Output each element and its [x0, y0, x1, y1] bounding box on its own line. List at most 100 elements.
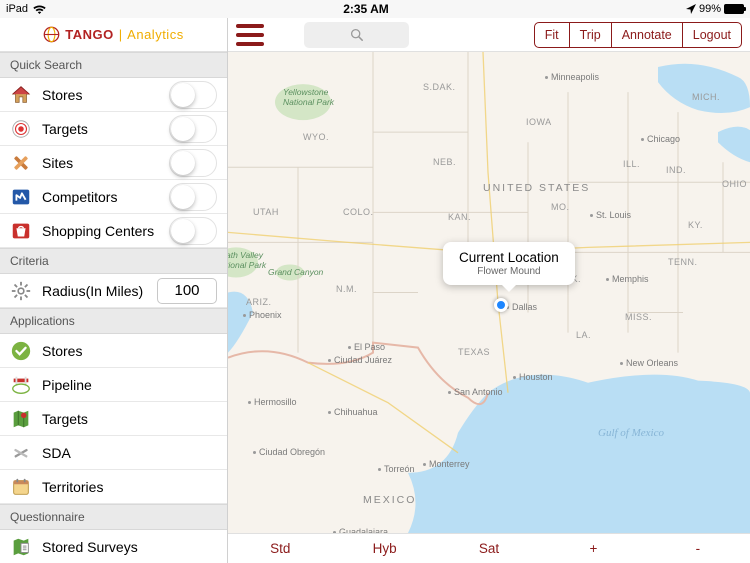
qs-competitors-label: Competitors — [42, 189, 159, 205]
lbl-nm: N.M. — [336, 284, 357, 294]
lbl-ind: IND. — [666, 165, 686, 175]
lbl-neb: NEB. — [433, 157, 456, 167]
lbl-neworleans: New Orleans — [620, 358, 678, 368]
lbl-minneapolis: Minneapolis — [545, 72, 599, 82]
maptype-hyb[interactable]: Hyb — [332, 541, 436, 556]
cross-icon — [10, 152, 32, 174]
calendar-icon — [10, 476, 32, 498]
lbl-sdak: S.DAK. — [423, 82, 456, 92]
lbl-colo: COLO. — [343, 207, 374, 217]
qs-sites[interactable]: Sites — [0, 146, 227, 180]
app-pipeline[interactable]: Pipeline — [0, 368, 227, 402]
lbl-utah: UTAH — [253, 207, 279, 217]
map-icon — [10, 408, 32, 430]
lbl-phoenix: Phoenix — [243, 310, 282, 320]
qs-sites-label: Sites — [42, 155, 159, 171]
brand-header: TANGO | Analytics — [0, 18, 227, 52]
callout-sub: Flower Mound — [459, 266, 559, 277]
section-questionnaire: Questionnaire — [0, 504, 227, 530]
current-location-callout[interactable]: Current Location Flower Mound — [443, 242, 575, 285]
lbl-wyo: WYO. — [303, 132, 329, 142]
lbl-usa: UNITED STATES — [483, 182, 590, 194]
clock: 2:35 AM — [46, 2, 686, 16]
lbl-ky: KY. — [688, 220, 703, 230]
qs-stores[interactable]: Stores — [0, 78, 227, 112]
check-icon — [10, 340, 32, 362]
q-stored[interactable]: Stored Surveys — [0, 530, 227, 563]
toggle-targets[interactable] — [169, 115, 217, 143]
map-canvas — [228, 52, 750, 533]
lbl-mo: MO. — [551, 202, 570, 212]
brand-name: TANGO — [65, 27, 113, 42]
qs-competitors[interactable]: Competitors — [0, 180, 227, 214]
competitor-icon — [10, 186, 32, 208]
annotate-button[interactable]: Annotate — [612, 22, 683, 48]
app-territories[interactable]: Territories — [0, 470, 227, 504]
lbl-gulf: Gulf of Mexico — [598, 427, 664, 439]
app-screen: iPad 2:35 AM 99% TANGO | Analytics Quick… — [0, 0, 750, 563]
lbl-death: ath Valley tional Park — [228, 250, 266, 270]
shopping-icon — [10, 220, 32, 242]
lbl-ohio: OHIO — [722, 179, 747, 189]
pipeline-icon — [10, 374, 32, 396]
maptype-sat[interactable]: Sat — [437, 541, 541, 556]
target-icon — [10, 118, 32, 140]
toggle-competitors[interactable] — [169, 183, 217, 211]
location-icon — [686, 4, 696, 14]
lbl-memphis: Memphis — [606, 274, 649, 284]
zoom-in[interactable]: + — [541, 541, 645, 556]
lbl-texas: TEXAS — [458, 347, 490, 357]
lbl-chicago: Chicago — [641, 134, 680, 144]
q-stored-label: Stored Surveys — [42, 539, 217, 555]
section-criteria: Criteria — [0, 248, 227, 274]
lbl-torreon: Torreón — [378, 464, 415, 474]
toggle-shopping[interactable] — [169, 217, 217, 245]
house-icon — [10, 84, 32, 106]
toggle-stores[interactable] — [169, 81, 217, 109]
callout-title: Current Location — [459, 250, 559, 265]
app-sda-label: SDA — [42, 445, 217, 461]
topbar: Fit Trip Annotate Logout — [228, 18, 750, 52]
lbl-guadalajara: Guadalajara — [333, 527, 388, 533]
lbl-kan: KAN. — [448, 212, 471, 222]
lbl-stlouis: St. Louis — [590, 210, 631, 220]
app-targets[interactable]: Targets — [0, 402, 227, 436]
tools-icon — [10, 442, 32, 464]
lbl-miss: MISS. — [625, 312, 652, 322]
status-bar: iPad 2:35 AM 99% — [0, 0, 750, 18]
search-input[interactable] — [304, 22, 409, 48]
logout-button[interactable]: Logout — [683, 22, 742, 48]
lbl-ariz: ARIZ. — [246, 297, 272, 307]
qs-targets[interactable]: Targets — [0, 112, 227, 146]
lbl-mich: MICH. — [692, 92, 720, 102]
lbl-sanantonio: San Antonio — [448, 387, 503, 397]
menu-button[interactable] — [236, 24, 264, 46]
wifi-icon — [33, 5, 46, 14]
lbl-hermosillo: Hermosillo — [248, 397, 297, 407]
qs-shopping[interactable]: Shopping Centers — [0, 214, 227, 248]
survey-icon — [10, 536, 32, 558]
app-stores-label: Stores — [42, 343, 217, 359]
sidebar-scroll[interactable]: Quick Search Stores Targets Sites — [0, 52, 227, 563]
toggle-sites[interactable] — [169, 149, 217, 177]
lbl-juarez: Ciudad Juárez — [328, 355, 392, 365]
radius-input[interactable] — [157, 278, 217, 304]
app-stores[interactable]: Stores — [0, 334, 227, 368]
lbl-houston: Houston — [513, 372, 553, 382]
zoom-out[interactable]: - — [646, 541, 750, 556]
lbl-grand: Grand Canyon — [268, 267, 323, 277]
current-location-dot[interactable] — [494, 298, 508, 312]
app-sda[interactable]: SDA — [0, 436, 227, 470]
map-view[interactable]: Yellowstone National Park WYO. UTAH COLO… — [228, 52, 750, 533]
qs-stores-label: Stores — [42, 87, 159, 103]
radius-label: Radius(In Miles) — [42, 283, 147, 299]
brand-sub: Analytics — [127, 27, 184, 42]
lbl-elpaso: El Paso — [348, 342, 385, 352]
lbl-dallas: Dallas — [506, 302, 537, 312]
section-applications: Applications — [0, 308, 227, 334]
trip-button[interactable]: Trip — [570, 22, 612, 48]
device-label: iPad — [6, 3, 28, 15]
maptype-std[interactable]: Std — [228, 541, 332, 556]
fit-button[interactable]: Fit — [534, 22, 570, 48]
qs-targets-label: Targets — [42, 121, 159, 137]
